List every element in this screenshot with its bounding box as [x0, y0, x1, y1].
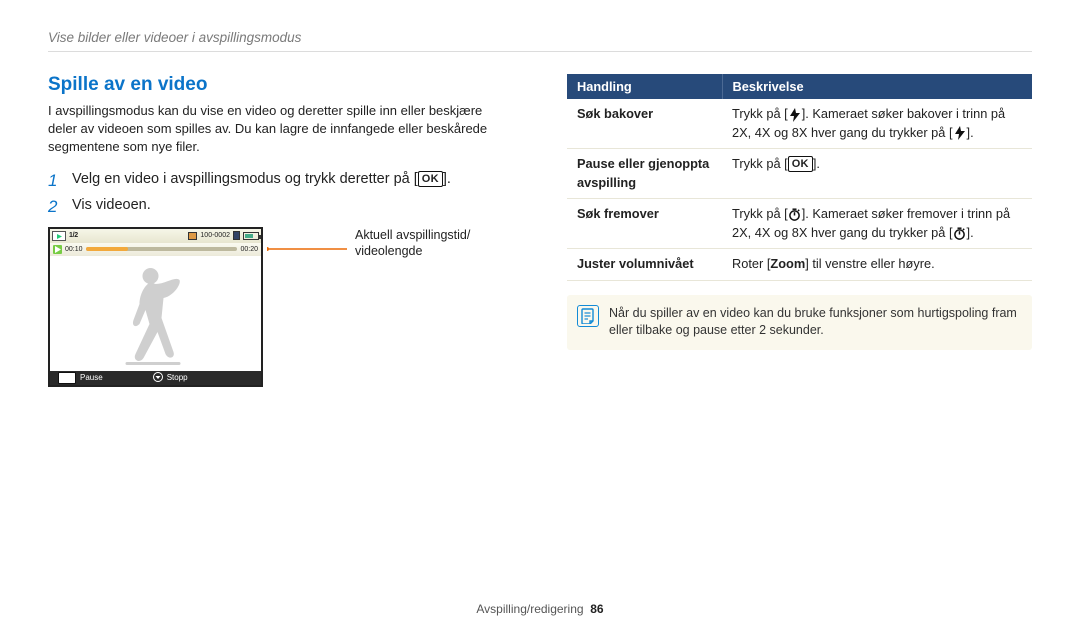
video-mode-icon	[52, 231, 66, 241]
note-icon	[577, 305, 599, 327]
actions-table: Handling Beskrivelse Søk bakover Trykk p…	[567, 74, 1032, 281]
r2-b: ].	[813, 156, 820, 171]
r1-a: Trykk på [	[732, 106, 788, 121]
note-box: Når du spiller av en video kan du bruke …	[567, 295, 1032, 350]
r3-a: Trykk på [	[732, 206, 788, 221]
camera-body	[50, 256, 261, 371]
total-time: 00:20	[240, 246, 258, 253]
stop-label: Stopp	[167, 373, 188, 382]
elapsed-time: 00:10	[65, 246, 83, 253]
intro-paragraph: I avspillingsmodus kan du vise en video …	[48, 102, 513, 157]
note-text: Når du spiller av en video kan du bruke …	[609, 306, 1017, 338]
play-icon	[53, 245, 62, 254]
pause-label: Pause	[80, 373, 103, 382]
table-header-description: Beskrivelse	[722, 74, 1032, 99]
r4-a: Roter [	[732, 256, 770, 271]
ok-icon: OK	[788, 156, 813, 172]
memory-card-icon	[233, 231, 240, 240]
timer-icon	[788, 208, 802, 222]
figure-wrap: 1/2 100-0002 00:10	[48, 227, 513, 387]
table-row: Søk fremover Trykk på []. Kameraet søker…	[567, 199, 1032, 249]
camera-screen: 1/2 100-0002 00:10	[48, 227, 263, 387]
zoom-label: Zoom	[770, 256, 805, 271]
step-1-post: ].	[443, 171, 451, 187]
card-folder-icon	[188, 232, 197, 240]
table-row: Juster volumnivået Roter [Zoom] til vens…	[567, 249, 1032, 281]
row-volume-label: Juster volumnivået	[567, 249, 722, 281]
ok-icon: OK	[418, 171, 443, 187]
flash-icon	[953, 126, 967, 140]
r3-c: ].	[967, 225, 974, 240]
left-column: Spille av en video I avspillingsmodus ka…	[48, 74, 513, 387]
timer-icon	[953, 226, 967, 240]
camera-top-bar: 1/2 100-0002	[50, 229, 261, 243]
frame-counter: 1/2	[69, 232, 78, 239]
page-footer: Avspilling/redigering 86	[0, 602, 1080, 616]
camera-bottom-bar: OK Pause Stopp	[50, 371, 261, 385]
steps-list: 1 Velg en video i avspillingsmodus og tr…	[48, 171, 513, 217]
row-search-backward-desc: Trykk på []. Kameraet søker bakover i tr…	[722, 99, 1032, 149]
row-search-forward-desc: Trykk på []. Kameraet søker fremover i t…	[722, 199, 1032, 249]
row-pause-label: Pause eller gjenoppta avspilling	[567, 149, 722, 199]
flash-icon	[788, 108, 802, 122]
row-search-forward-label: Søk fremover	[567, 199, 722, 249]
row-search-backward-label: Søk bakover	[567, 99, 722, 149]
table-header-action: Handling	[567, 74, 722, 99]
ok-icon: OK	[58, 372, 76, 384]
skater-silhouette-icon	[95, 262, 205, 372]
row-pause-desc: Trykk på [OK].	[722, 149, 1032, 199]
down-icon	[153, 372, 163, 384]
step-1: 1 Velg en video i avspillingsmodus og tr…	[48, 171, 513, 191]
r2-a: Trykk på [	[732, 156, 788, 171]
step-1-number: 1	[48, 171, 62, 191]
right-column: Handling Beskrivelse Søk bakover Trykk p…	[567, 74, 1032, 387]
file-number: 100-0002	[200, 232, 230, 239]
step-2-text: Vis videoen.	[72, 197, 151, 217]
row-volume-desc: Roter [Zoom] til venstre eller høyre.	[722, 249, 1032, 281]
table-row: Pause eller gjenoppta avspilling Trykk p…	[567, 149, 1032, 199]
step-1-text: Velg en video i avspillingsmodus og tryk…	[72, 171, 451, 191]
section-title: Spille av en video	[48, 74, 513, 96]
step-2-number: 2	[48, 197, 62, 217]
page-number: 86	[590, 602, 603, 616]
r4-b: ] til venstre eller høyre.	[805, 256, 934, 271]
table-row: Søk bakover Trykk på []. Kameraet søker …	[567, 99, 1032, 149]
footer-section: Avspilling/redigering	[476, 602, 583, 616]
battery-icon	[243, 232, 259, 240]
step-2: 2 Vis videoen.	[48, 197, 513, 217]
breadcrumb: Vise bilder eller videoer i avspillingsm…	[48, 30, 1032, 52]
camera-timeline: 00:10 00:20	[50, 243, 261, 256]
progress-bar	[86, 247, 238, 251]
step-1-pre: Velg en video i avspillingsmodus og tryk…	[72, 171, 418, 187]
r1-c: ].	[967, 125, 974, 140]
